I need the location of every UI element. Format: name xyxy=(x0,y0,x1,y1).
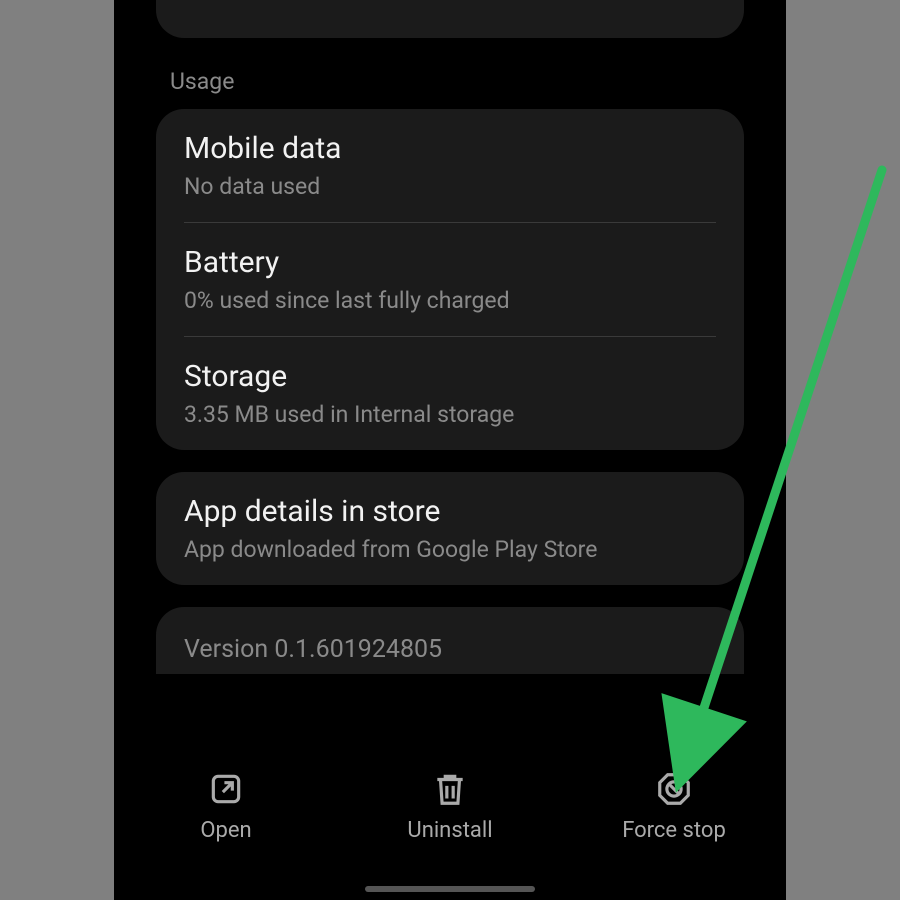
force-stop-label: Force stop xyxy=(622,818,726,843)
version-card: Version 0.1.601924805 xyxy=(156,607,744,674)
bottom-action-bar: Open Uninstall Force stop xyxy=(114,760,786,900)
row-sub: App downloaded from Google Play Store xyxy=(184,536,716,563)
version-text: Version 0.1.601924805 xyxy=(184,635,716,664)
uninstall-button[interactable]: Uninstall xyxy=(339,770,561,843)
app-info-screen: Usage Mobile data No data used Battery 0… xyxy=(114,0,786,900)
previous-card-tail xyxy=(156,0,744,38)
store-card[interactable]: App details in store App downloaded from… xyxy=(156,472,744,585)
section-header-usage: Usage xyxy=(170,68,758,95)
force-stop-button[interactable]: Force stop xyxy=(563,770,785,843)
open-icon xyxy=(207,770,245,808)
row-store: App details in store App downloaded from… xyxy=(156,472,744,585)
row-battery[interactable]: Battery 0% used since last fully charged xyxy=(156,223,744,336)
row-mobile-data[interactable]: Mobile data No data used xyxy=(156,109,744,222)
row-title: Battery xyxy=(184,245,716,281)
usage-card: Mobile data No data used Battery 0% used… xyxy=(156,109,744,450)
gesture-nav-handle[interactable] xyxy=(365,886,535,892)
row-title: Storage xyxy=(184,359,716,395)
uninstall-label: Uninstall xyxy=(407,818,492,843)
row-sub: 0% used since last fully charged xyxy=(184,287,716,314)
trash-icon xyxy=(431,770,469,808)
force-stop-icon xyxy=(655,770,693,808)
row-title: App details in store xyxy=(184,494,716,530)
row-storage[interactable]: Storage 3.35 MB used in Internal storage xyxy=(156,337,744,450)
row-sub: 3.35 MB used in Internal storage xyxy=(184,401,716,428)
open-button[interactable]: Open xyxy=(115,770,337,843)
row-title: Mobile data xyxy=(184,131,716,167)
row-sub: No data used xyxy=(184,173,716,200)
open-label: Open xyxy=(200,818,251,843)
